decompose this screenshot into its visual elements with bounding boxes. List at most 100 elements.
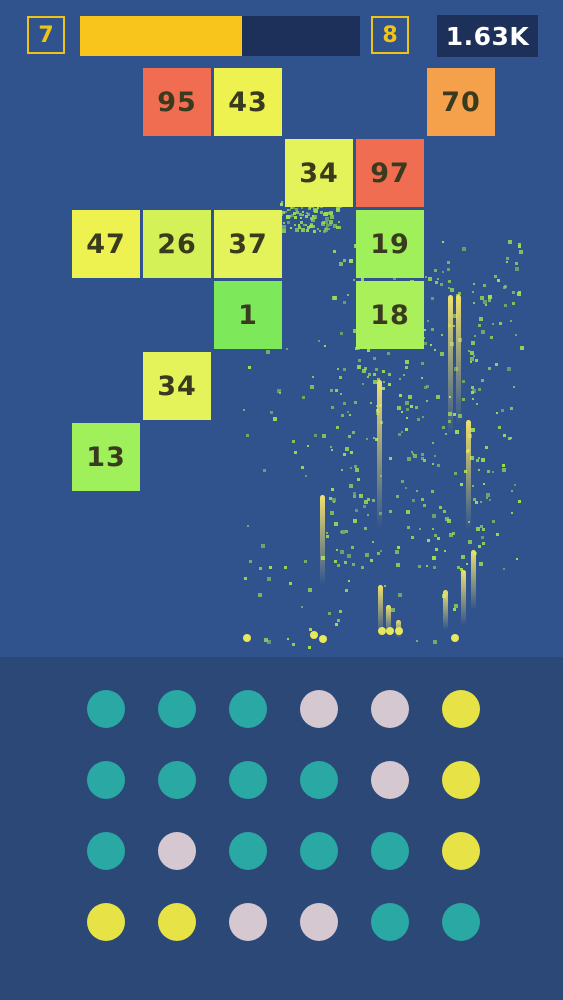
particle (447, 419, 451, 423)
color-dot-yellow[interactable] (442, 690, 480, 728)
particle (485, 304, 488, 306)
particle (332, 249, 336, 253)
particle (406, 456, 411, 461)
particle (427, 539, 431, 543)
particle (322, 212, 326, 216)
color-dot-pink[interactable] (371, 761, 409, 799)
particle (349, 450, 353, 454)
particle (519, 346, 524, 351)
particle (272, 416, 277, 421)
particle (287, 638, 290, 641)
particle (470, 351, 475, 356)
color-dot-teal[interactable] (300, 832, 338, 870)
color-dot-teal[interactable] (87, 690, 125, 728)
number-block: 97 (356, 139, 424, 207)
particle (468, 540, 473, 545)
particle (472, 282, 475, 285)
particle (308, 587, 313, 592)
particle (405, 487, 408, 490)
ball-trail (448, 295, 453, 435)
color-dot-teal[interactable] (229, 761, 267, 799)
particle (293, 212, 297, 216)
color-dot-pink[interactable] (300, 690, 338, 728)
particle (502, 567, 505, 570)
particle (487, 298, 491, 302)
particle (376, 409, 380, 413)
particle (474, 335, 477, 338)
particle (457, 414, 462, 419)
particle (313, 207, 318, 212)
particle (299, 221, 303, 225)
ball-tray (0, 657, 563, 1000)
color-dot-pink[interactable] (158, 832, 196, 870)
particle (480, 329, 485, 334)
particle (450, 288, 455, 293)
particle (312, 229, 316, 233)
particle (293, 451, 297, 455)
number-block: 18 (356, 281, 424, 349)
score-value: 1.63K (445, 21, 530, 51)
color-dot-teal[interactable] (371, 903, 409, 941)
particle (375, 438, 379, 442)
particle (247, 366, 251, 370)
particle (405, 365, 409, 369)
color-dot-teal[interactable] (229, 832, 267, 870)
particle (451, 531, 455, 535)
color-dot-pink[interactable] (229, 903, 267, 941)
particle (492, 471, 494, 474)
particle (320, 555, 325, 560)
particle (310, 222, 314, 226)
color-dot-teal[interactable] (229, 690, 267, 728)
particle (339, 530, 342, 533)
particle (351, 431, 355, 435)
color-dot-teal[interactable] (442, 903, 480, 941)
particle (339, 609, 343, 613)
particle (337, 220, 340, 223)
particle (436, 536, 440, 540)
playfield[interactable]: 95 43 70 34 97 47 26 37 19 1 18 34 13 (0, 0, 563, 657)
color-dot-yellow[interactable] (158, 903, 196, 941)
particle (308, 627, 312, 631)
particle (507, 437, 511, 441)
color-dot-pink[interactable] (371, 690, 409, 728)
particle (517, 245, 521, 249)
color-dot-yellow[interactable] (87, 903, 125, 941)
color-dot-teal[interactable] (87, 832, 125, 870)
color-dot-teal[interactable] (158, 761, 196, 799)
particle (339, 376, 343, 380)
particle (361, 369, 366, 374)
particle (287, 221, 291, 225)
particle (431, 490, 435, 493)
particle (312, 225, 316, 229)
color-dot-teal[interactable] (371, 832, 409, 870)
color-dot-yellow[interactable] (442, 761, 480, 799)
color-dot-yellow[interactable] (442, 832, 480, 870)
particle (474, 358, 478, 362)
particle (483, 483, 486, 486)
particle (331, 498, 336, 503)
color-dot-teal[interactable] (300, 761, 338, 799)
particle (358, 358, 362, 362)
particle (470, 390, 474, 394)
particle (475, 458, 479, 462)
particle (345, 447, 350, 452)
particle (301, 465, 305, 469)
particle (478, 545, 481, 549)
particle (389, 509, 393, 513)
particle (361, 383, 364, 386)
number-block: 34 (143, 352, 211, 420)
particle (387, 382, 391, 386)
particle (309, 206, 312, 209)
particle (517, 499, 521, 503)
color-dot-teal[interactable] (158, 690, 196, 728)
color-dot-pink[interactable] (300, 903, 338, 941)
particle (295, 207, 299, 211)
particle (509, 319, 512, 322)
particle (333, 522, 338, 527)
particle (419, 527, 422, 530)
particle (406, 416, 409, 419)
color-dot-teal[interactable] (87, 761, 125, 799)
particle (449, 532, 454, 537)
particle (328, 212, 331, 215)
particle (342, 402, 346, 406)
